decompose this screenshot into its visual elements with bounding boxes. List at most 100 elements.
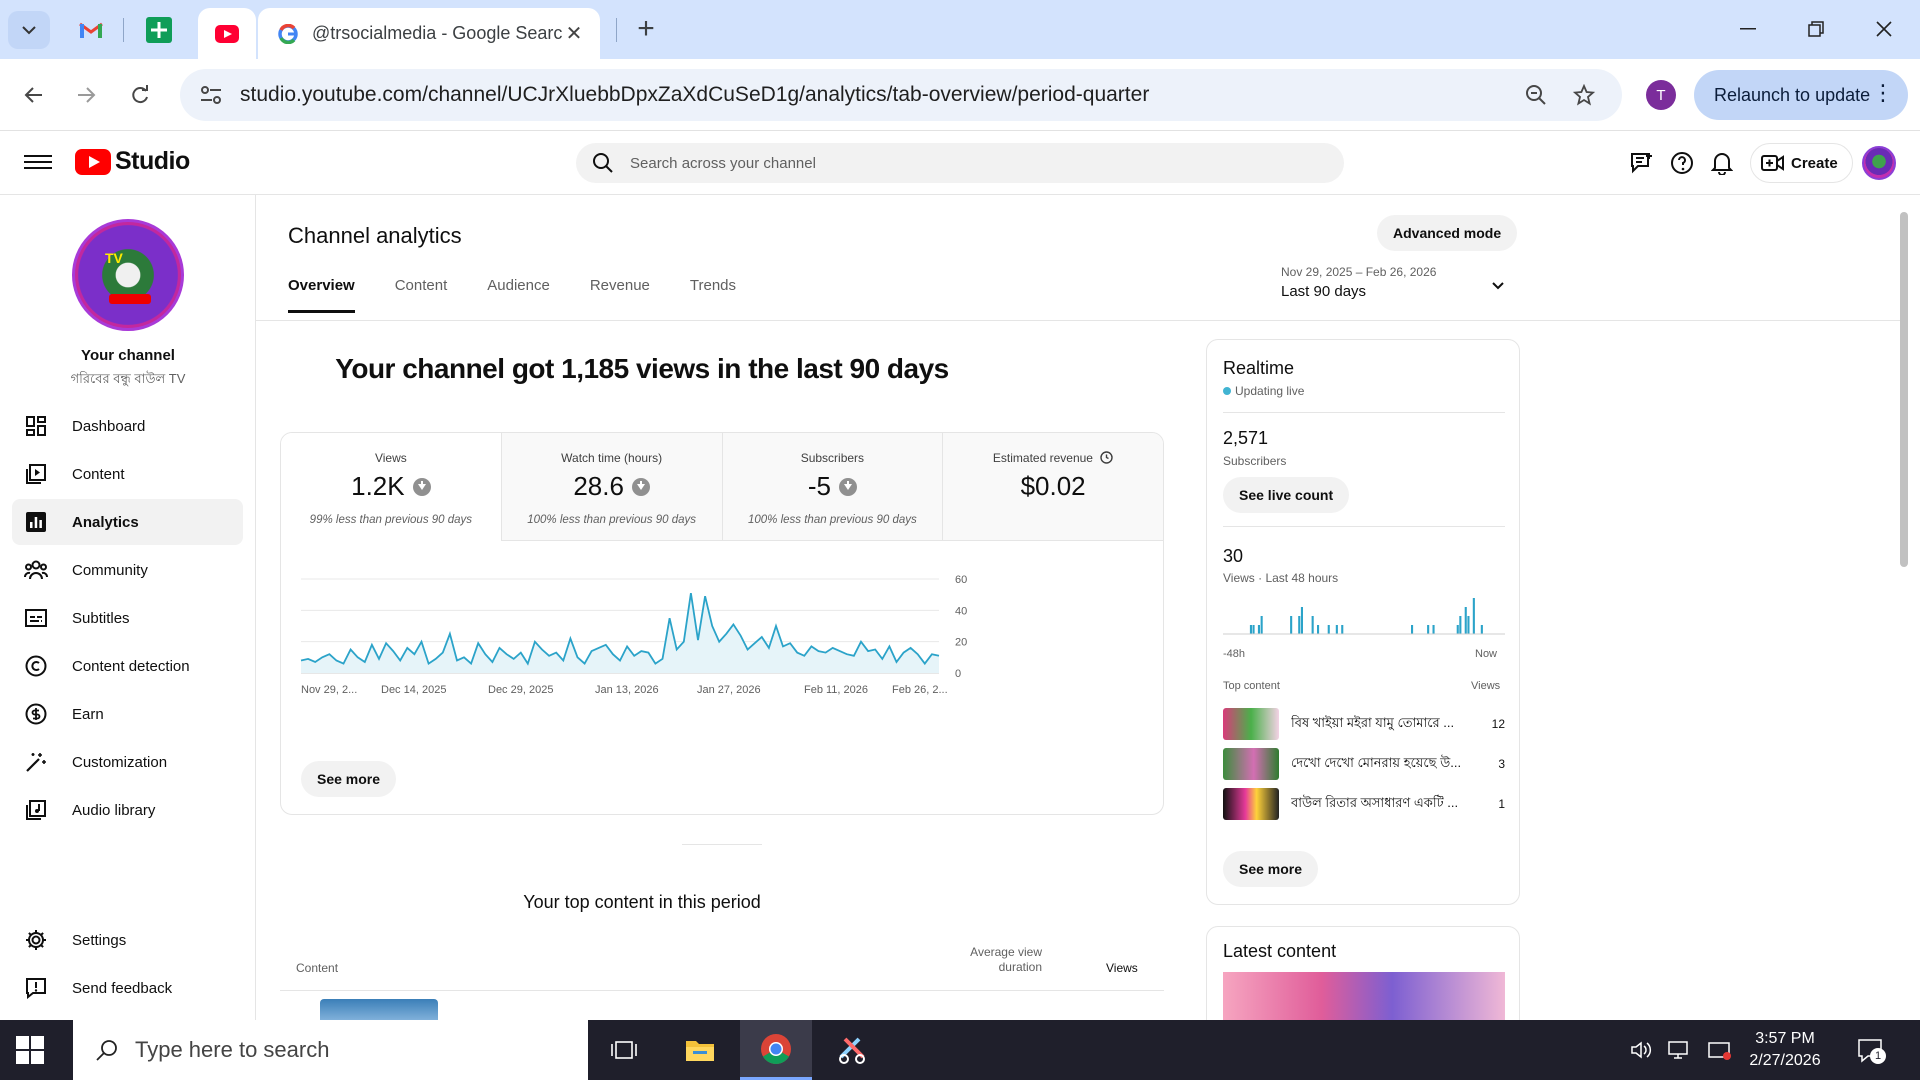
video-views: 1: [1498, 797, 1505, 811]
zoom-icon[interactable]: [1518, 77, 1554, 113]
series-line[interactable]: [300, 592, 940, 666]
advanced-mode-button[interactable]: Advanced mode: [1377, 215, 1518, 251]
minimize-button[interactable]: [1720, 10, 1776, 48]
realtime-bar[interactable]: [1472, 598, 1475, 634]
tab-overview[interactable]: Overview: [288, 277, 355, 313]
realtime-bar[interactable]: [1464, 607, 1467, 634]
channel-avatar[interactable]: TV: [72, 219, 184, 331]
list-item[interactable]: দেখো দেখো মোনরায় হয়েছে উ... 3: [1223, 748, 1505, 780]
realtime-bar[interactable]: [1257, 625, 1260, 634]
realtime-bar[interactable]: [1327, 625, 1330, 634]
windows-start-icon[interactable]: [16, 1036, 44, 1064]
realtime-bar[interactable]: [1311, 616, 1314, 634]
realtime-bar[interactable]: [1432, 625, 1435, 634]
sidebar-item-earn[interactable]: Earn: [12, 691, 243, 737]
realtime-bar[interactable]: [1290, 616, 1293, 634]
column-header-views[interactable]: Views: [1106, 961, 1138, 975]
feedback-comments-icon[interactable]: [1628, 149, 1656, 177]
snipping-tool-icon[interactable]: [816, 1020, 888, 1080]
period-selector[interactable]: Nov 29, 2025 – Feb 26, 2026 Last 90 days: [1281, 265, 1504, 300]
channel-search-input[interactable]: Search across your channel: [576, 143, 1344, 183]
sidebar-item-content[interactable]: Content: [12, 451, 243, 497]
realtime-bar[interactable]: [1411, 625, 1414, 634]
reload-button[interactable]: [120, 75, 160, 115]
sidebar-item-subtitles[interactable]: Subtitles: [12, 595, 243, 641]
sidebar-item-community[interactable]: Community: [12, 547, 243, 593]
sidebar-item-audio-library[interactable]: Audio library: [12, 787, 243, 833]
restore-button[interactable]: [1788, 10, 1844, 48]
notifications-icon[interactable]: 1: [1856, 1036, 1886, 1064]
active-tab-google-search[interactable]: @trsocialmedia - Google Search ✕: [258, 8, 600, 59]
realtime-bar[interactable]: [1480, 625, 1483, 634]
help-icon[interactable]: [1668, 149, 1696, 177]
bookmark-star-icon[interactable]: [1566, 77, 1602, 113]
address-bar[interactable]: studio.youtube.com/channel/UCJrXluebbDpx…: [180, 69, 1622, 121]
realtime-bar[interactable]: [1427, 625, 1430, 634]
network-icon[interactable]: [1668, 1040, 1692, 1060]
browser-profile-avatar[interactable]: T: [1646, 80, 1676, 110]
subscribers-count: 2,571: [1223, 428, 1269, 448]
gmail-tab[interactable]: [62, 8, 120, 52]
task-view-icon[interactable]: [588, 1020, 660, 1080]
list-item[interactable]: বাউল রিতার অসাধারণ একটি ... 1: [1223, 788, 1505, 820]
metric-watch-time[interactable]: Watch time (hours) 28.6 100% less than p…: [501, 433, 723, 541]
realtime-see-more-button[interactable]: See more: [1223, 851, 1319, 887]
forward-button[interactable]: [66, 75, 106, 115]
realtime-bar[interactable]: [1459, 616, 1462, 634]
sidebar-item-customization[interactable]: Customization: [12, 739, 243, 785]
metric-views[interactable]: Views 1.2K 99% less than previous 90 day…: [281, 433, 502, 541]
tab-content[interactable]: Content: [395, 277, 448, 313]
sidebar-item-analytics[interactable]: Analytics: [12, 499, 243, 545]
menu-icon[interactable]: [24, 151, 52, 175]
back-button[interactable]: [14, 75, 54, 115]
realtime-bar[interactable]: [1252, 625, 1255, 634]
metric-estimated-revenue[interactable]: Estimated revenue $0.02: [943, 433, 1163, 541]
see-more-button[interactable]: See more: [301, 761, 397, 797]
create-button[interactable]: Create: [1750, 143, 1853, 183]
page-scrollbar[interactable]: [1900, 212, 1908, 567]
realtime-bar[interactable]: [1317, 625, 1320, 634]
sidebar-item-content-detection[interactable]: Content detection: [12, 643, 243, 689]
realtime-bar[interactable]: [1298, 616, 1301, 634]
more-vert-icon[interactable]: ⋮: [1872, 82, 1894, 104]
latest-video-thumbnail[interactable]: [1223, 972, 1505, 1020]
meet-now-icon[interactable]: [1708, 1040, 1732, 1060]
sidebar-item-send-feedback[interactable]: Send feedback: [12, 965, 243, 1011]
account-avatar[interactable]: [1862, 146, 1896, 180]
realtime-bar[interactable]: [1341, 625, 1344, 634]
realtime-bar[interactable]: [1456, 625, 1459, 634]
new-tab-button[interactable]: +: [628, 12, 664, 46]
file-explorer-icon[interactable]: [664, 1020, 736, 1080]
realtime-bar[interactable]: [1260, 616, 1263, 634]
relaunch-to-update-button[interactable]: Relaunch to update ⋮: [1694, 70, 1908, 120]
sheets-tab[interactable]: [130, 8, 188, 52]
studio-logo[interactable]: Studio: [75, 147, 190, 176]
window-close-button[interactable]: [1856, 10, 1912, 48]
realtime-bar[interactable]: [1335, 625, 1338, 634]
list-item[interactable]: বিষ খাইয়া মইরা যামু তোমারে ... 12: [1223, 708, 1505, 740]
tab-search-button[interactable]: [8, 11, 50, 49]
tab-audience[interactable]: Audience: [487, 277, 550, 313]
youtube-studio-tab[interactable]: [198, 8, 256, 59]
realtime-bar[interactable]: [1300, 607, 1303, 634]
site-info-icon[interactable]: [200, 85, 222, 105]
metric-tabs: Views 1.2K 99% less than previous 90 day…: [281, 433, 1163, 541]
column-header-avg-duration[interactable]: Average view duration: [942, 945, 1042, 975]
taskbar-search-input[interactable]: Type here to search: [73, 1020, 588, 1080]
metric-subscribers[interactable]: Subscribers -5 100% less than previous 9…: [722, 433, 944, 541]
column-header-content[interactable]: Content: [296, 961, 338, 975]
url-text[interactable]: studio.youtube.com/channel/UCJrXluebbDpx…: [240, 83, 1506, 107]
realtime-bar[interactable]: [1467, 616, 1470, 634]
realtime-bar[interactable]: [1249, 625, 1252, 634]
volume-icon[interactable]: [1630, 1040, 1652, 1060]
taskbar-clock[interactable]: 3:57 PM 2/27/2026: [1740, 1028, 1830, 1072]
notifications-bell-icon[interactable]: [1708, 149, 1736, 177]
see-live-count-button[interactable]: See live count: [1223, 477, 1350, 513]
sidebar-item-settings[interactable]: Settings: [12, 917, 243, 963]
tab-trends[interactable]: Trends: [690, 277, 736, 313]
tab-revenue[interactable]: Revenue: [590, 277, 650, 313]
top-content-thumbnail[interactable]: [320, 999, 438, 1020]
chrome-taskbar-icon[interactable]: [740, 1020, 812, 1080]
close-icon[interactable]: ✕: [562, 21, 586, 46]
sidebar-item-dashboard[interactable]: Dashboard: [12, 403, 243, 449]
